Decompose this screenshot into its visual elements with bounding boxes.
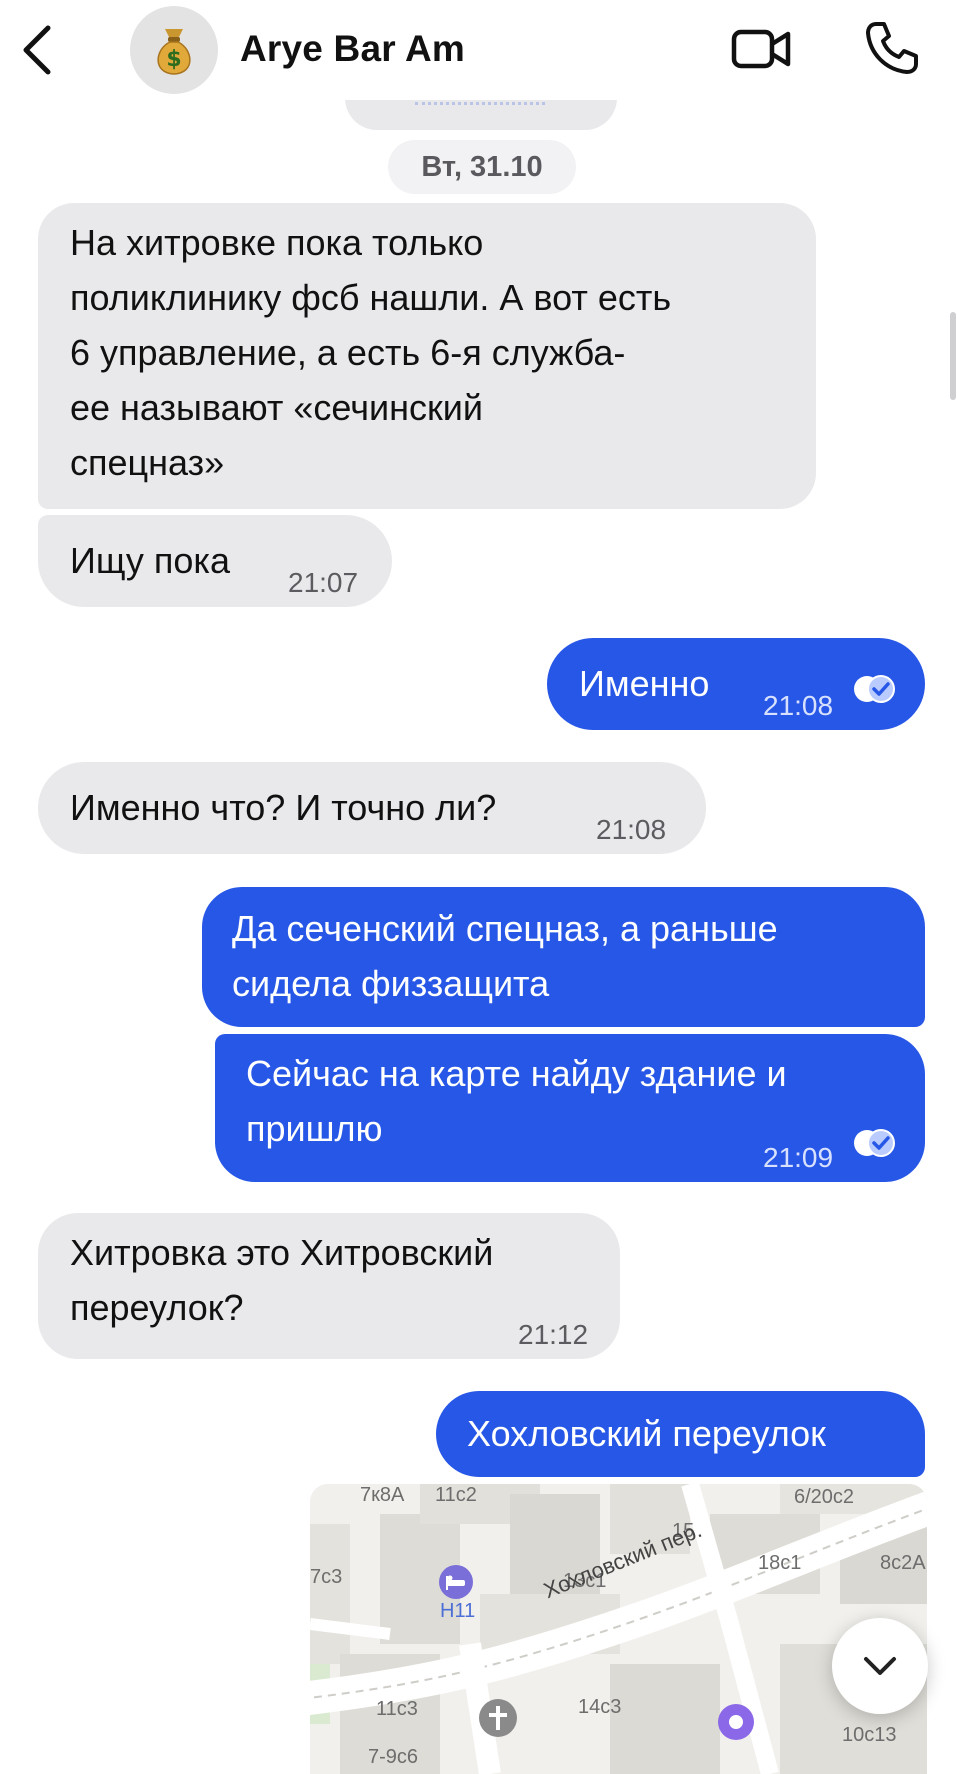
message-bubble[interactable]: Именно что? И точно ли? 21:08	[38, 762, 706, 854]
message-time: 21:08	[763, 690, 834, 721]
church-icon	[479, 1699, 517, 1737]
location-pin-icon[interactable]	[716, 1702, 756, 1742]
map-label: 11с2	[435, 1484, 477, 1506]
message-text: Ищу пока	[70, 540, 230, 581]
money-bag-icon: $	[157, 29, 191, 75]
date-separator: Вт, 31.10	[388, 140, 576, 194]
message-bubble[interactable]: На хитровке пока только поликлинику фсб …	[38, 203, 816, 509]
chevron-down-icon	[864, 1657, 896, 1675]
message-bubble[interactable]: Именно 21:08	[547, 638, 925, 730]
map-label: 7к8А	[360, 1484, 405, 1506]
map-label: 11с3	[376, 1698, 418, 1720]
map-label: 6/20с2	[794, 1486, 855, 1508]
scroll-down-button[interactable]	[832, 1618, 928, 1714]
video-call-button[interactable]	[730, 22, 794, 76]
map-label: 14с3	[578, 1696, 622, 1718]
message-bubble[interactable]: Да сеченский спецназ, а раньше сидела фи…	[202, 887, 925, 1027]
message-bubble[interactable]: Ищу пока 21:07	[38, 515, 392, 607]
message-time: 21:08	[596, 814, 667, 845]
message-line: Да сеченский спецназ, а раньше	[232, 908, 778, 949]
message-bubble[interactable]: Хохловский переулок	[436, 1391, 925, 1477]
video-call-icon	[731, 29, 791, 69]
message-line: Хитровка это Хитровский	[70, 1232, 494, 1273]
avatar[interactable]: $	[130, 6, 218, 94]
contact-name[interactable]: Arye Bar Am	[240, 28, 465, 70]
message-line: переулок?	[70, 1287, 244, 1328]
map-label: 10с13	[842, 1724, 897, 1746]
message-time: 21:09	[763, 1142, 834, 1173]
message-time: 21:07	[288, 567, 359, 598]
map-label: 18с1	[758, 1552, 802, 1574]
map-label: 7с3	[310, 1566, 343, 1588]
map-label: 7-9с6	[368, 1746, 419, 1768]
hotel-icon	[439, 1565, 473, 1599]
message-line: Сейчас на карте найду здание и	[246, 1053, 787, 1094]
message-line: На хитровке пока только	[70, 222, 484, 263]
back-button[interactable]	[14, 20, 64, 80]
read-checks-icon	[854, 1129, 895, 1157]
map-background	[310, 1484, 927, 1774]
phone-icon	[866, 22, 918, 74]
read-checks-icon	[854, 675, 895, 703]
message-bubble[interactable]: Хитровка это Хитровский переулок? 21:12	[38, 1213, 620, 1359]
chat-header: $ Arye Bar Am	[0, 0, 957, 100]
message-line: сидела физзащита	[232, 963, 550, 1004]
message-line: поликлинику фсб нашли. А вот есть	[70, 277, 672, 318]
map-attachment[interactable]: 7к8А 11с2 6/20с2 15 7с3 18с1 8с2А 13с1 Н…	[310, 1484, 927, 1774]
message-text: Именно	[579, 663, 710, 704]
scrollbar[interactable]	[950, 312, 956, 400]
map-label: Н11	[440, 1600, 476, 1622]
message-line: 6 управление, а есть 6-я служба-	[70, 332, 626, 373]
back-chevron-icon	[23, 25, 51, 75]
message-text: Хохловский переулок	[467, 1413, 826, 1454]
message-bubble[interactable]: Сейчас на карте найду здание и пришлю 21…	[215, 1034, 925, 1182]
message-line: ее называют «сечинский	[70, 387, 483, 428]
phone-call-button[interactable]	[862, 18, 922, 78]
message-time: 21:12	[518, 1319, 589, 1350]
message-text: Именно что? И точно ли?	[70, 787, 497, 828]
map-label: 8с2А	[880, 1552, 926, 1574]
svg-text:$: $	[166, 47, 181, 72]
message-line: спецназ»	[70, 442, 225, 483]
